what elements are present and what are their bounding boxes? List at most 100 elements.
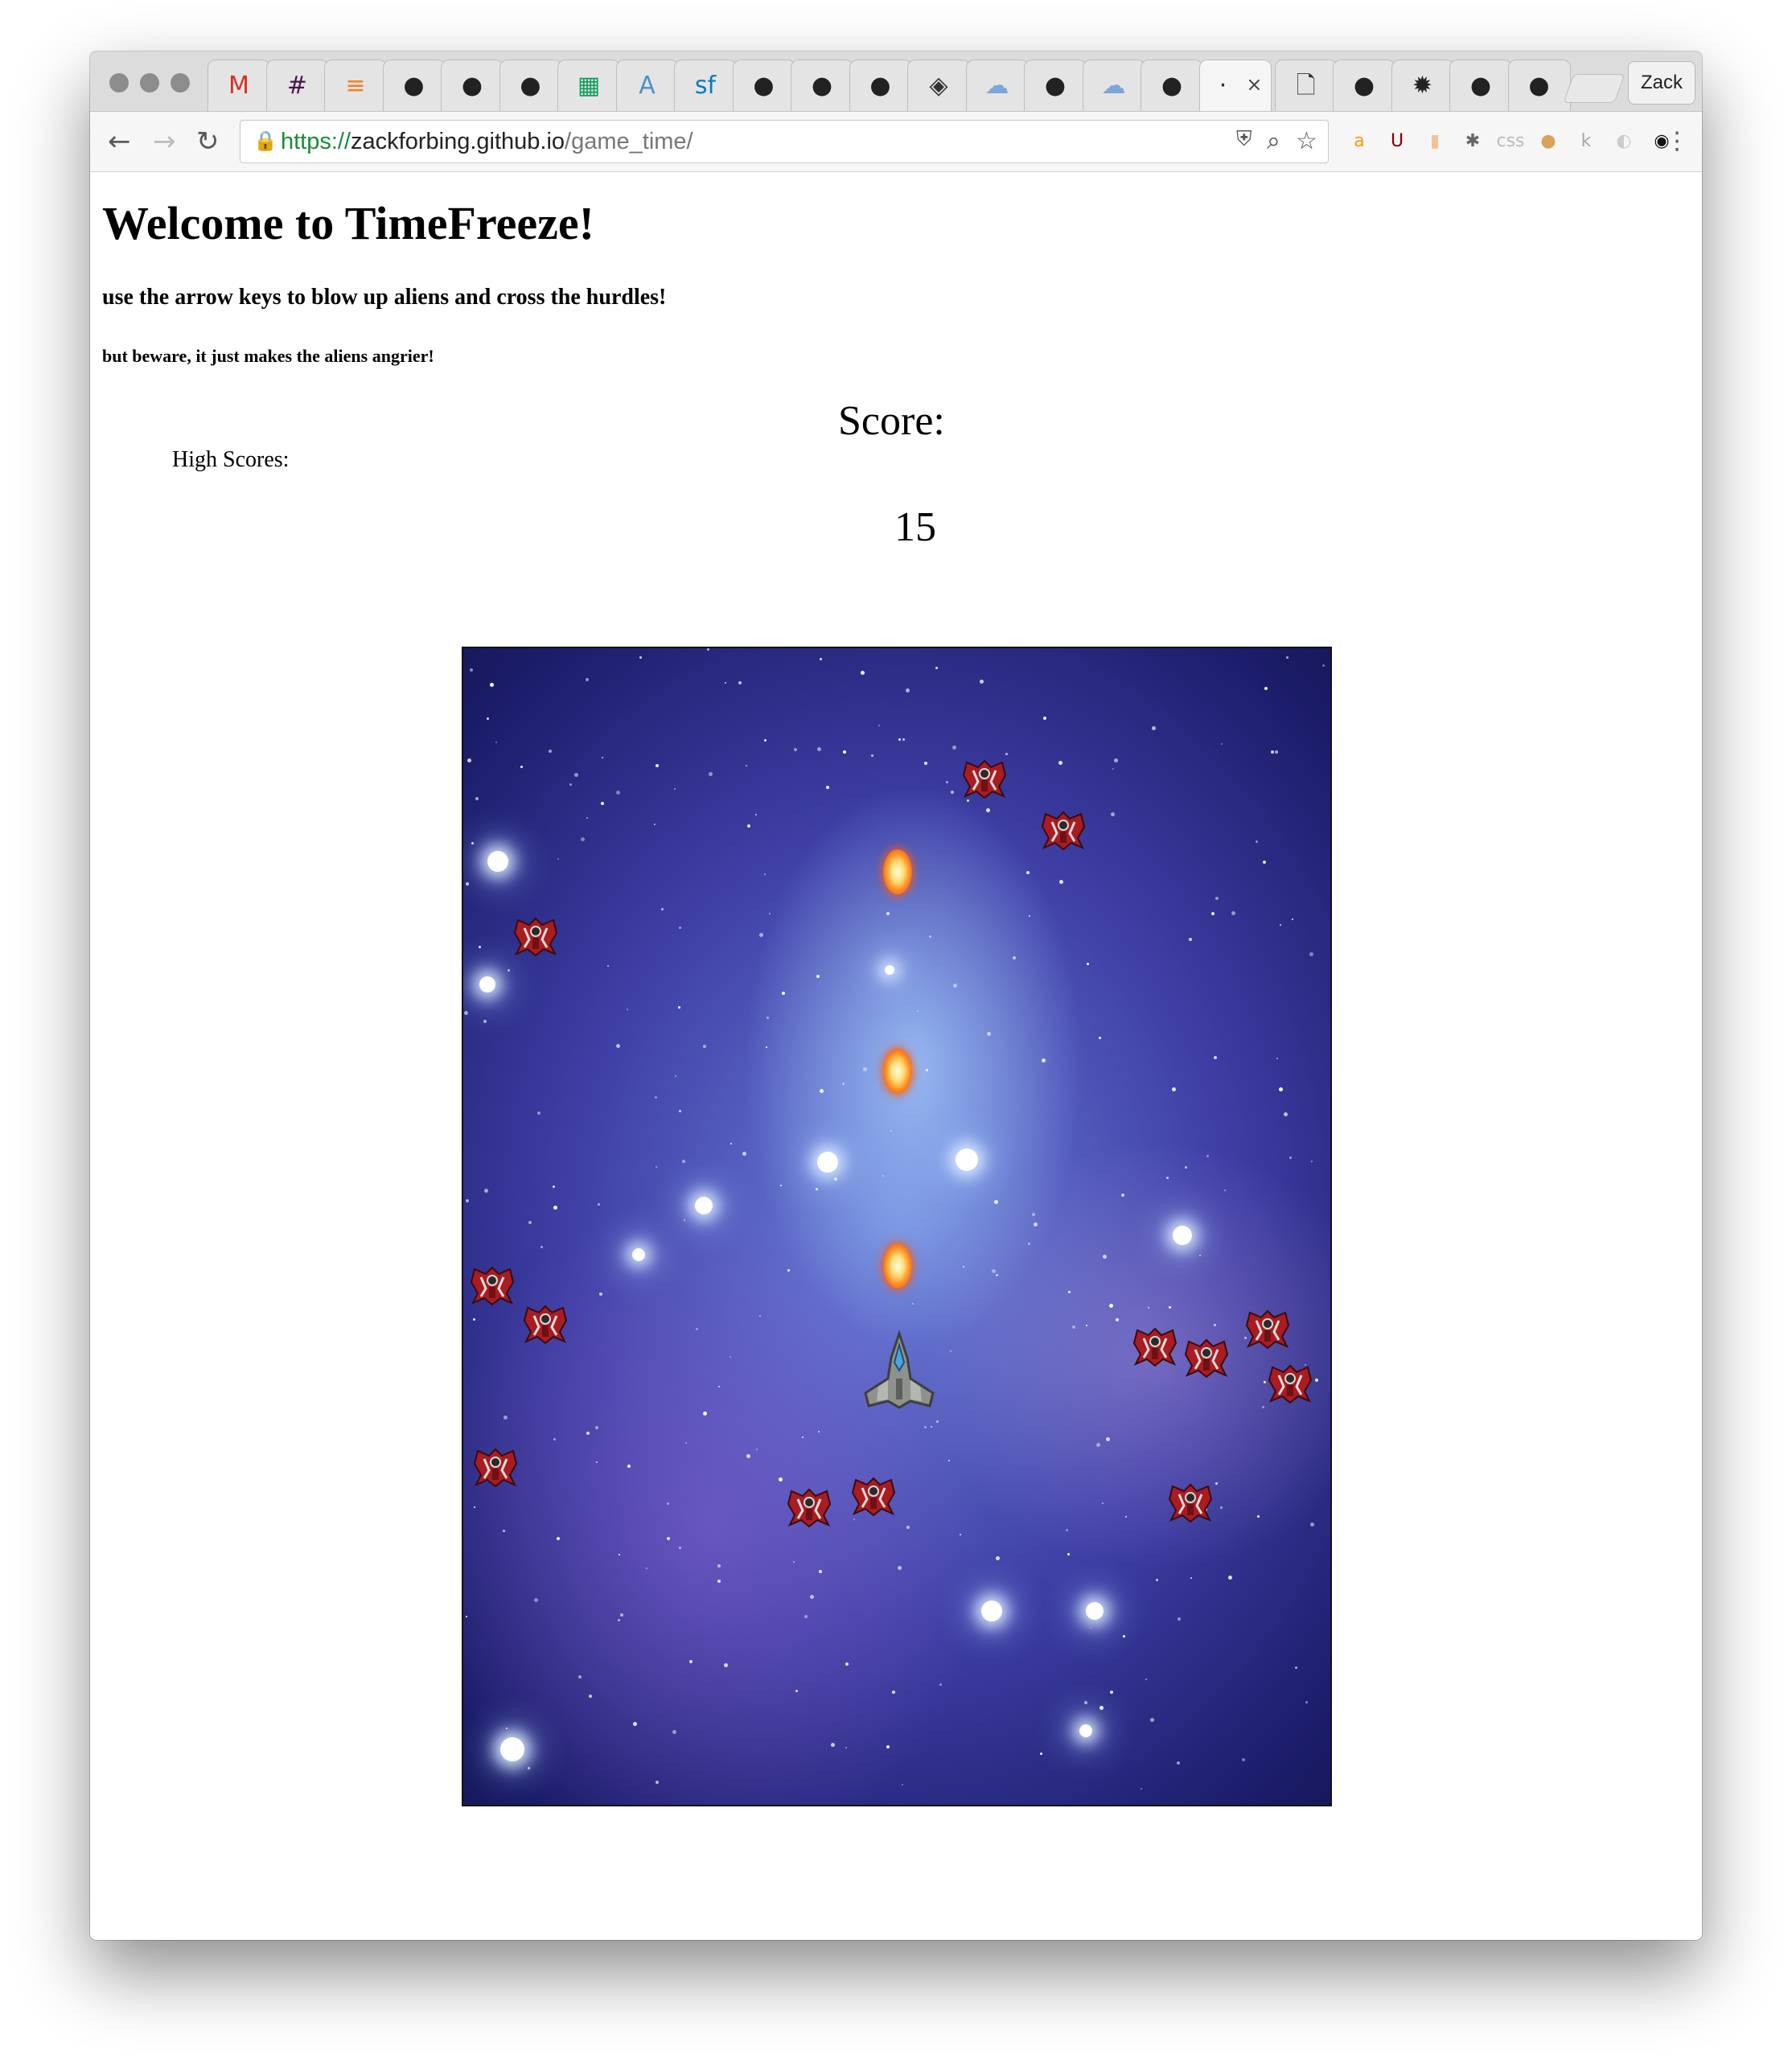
background-star — [863, 1067, 867, 1071]
browser-tab[interactable]: # — [265, 60, 329, 111]
ublock-icon[interactable]: U — [1384, 128, 1410, 154]
gear-icon: ✹ — [1412, 71, 1433, 100]
browser-tab[interactable]: ◈ — [907, 60, 970, 111]
url-host: zackforbing.github.io — [351, 129, 565, 154]
background-star — [1284, 1112, 1288, 1116]
background-star — [474, 1506, 475, 1508]
background-star — [685, 1442, 687, 1444]
cookie-icon[interactable]: ● — [1535, 128, 1561, 154]
browser-tab[interactable]: ✹ — [1391, 60, 1454, 111]
zoom-icon[interactable]: ⌕ — [1267, 127, 1280, 155]
browser-tab[interactable]: ▦ — [557, 60, 620, 111]
tab-close-icon[interactable]: × — [1246, 73, 1262, 96]
background-star — [1109, 1304, 1113, 1308]
background-star — [607, 965, 609, 967]
github-icon: ● — [461, 71, 483, 100]
page-title: Welcome to TimeFreeze! — [102, 197, 594, 249]
alien-enemy — [962, 756, 1007, 799]
game-canvas[interactable] — [462, 647, 1332, 1806]
bookmark-star-icon[interactable]: ☆ — [1296, 127, 1317, 155]
background-star — [912, 1303, 914, 1305]
github-icon: ● — [1528, 71, 1550, 100]
minimize-window-button[interactable] — [140, 73, 159, 92]
background-star — [724, 1663, 728, 1667]
browser-tab[interactable]: ● — [849, 60, 912, 111]
browser-tab[interactable]: ● — [1449, 60, 1512, 111]
background-star — [1116, 1318, 1119, 1321]
browser-tab[interactable]: ● — [791, 60, 853, 111]
github-icon: ● — [811, 71, 833, 100]
forward-arrow-icon[interactable]: → — [153, 126, 176, 157]
background-star — [906, 1526, 910, 1529]
background-star — [746, 765, 747, 766]
browser-tab[interactable]: sf — [674, 60, 737, 111]
background-star — [1121, 1194, 1124, 1197]
background-star — [780, 1185, 782, 1186]
alien-enemy — [851, 1473, 896, 1517]
background-star — [1315, 1379, 1318, 1382]
background-star — [1112, 768, 1114, 770]
background-star — [602, 757, 603, 758]
slack-icon: # — [286, 71, 308, 100]
browser-tab[interactable]: ☁ — [965, 60, 1029, 111]
background-star — [820, 658, 822, 660]
background-star — [1114, 758, 1118, 762]
honey-icon[interactable]: ▮ — [1422, 128, 1448, 154]
browser-tab[interactable]: ● — [1333, 60, 1395, 111]
browser-tab[interactable]: · × — [1198, 60, 1272, 111]
background-star — [1256, 840, 1258, 843]
background-star — [503, 1530, 505, 1532]
stackoverflow-icon: ≡ — [345, 71, 366, 100]
zoom-window-button[interactable] — [171, 73, 190, 92]
bright-star — [1086, 1602, 1104, 1620]
background-star — [1099, 1037, 1101, 1039]
k-icon[interactable]: k — [1573, 128, 1599, 154]
shield-blocked-icon[interactable]: ⛨ — [1236, 127, 1252, 152]
profile-button[interactable]: Zack — [1628, 61, 1695, 105]
background-star — [656, 764, 659, 767]
browser-tab[interactable]: ● — [382, 60, 446, 111]
background-star — [1224, 1190, 1226, 1191]
browser-tab[interactable]: ≡ — [324, 60, 387, 111]
alien-enemy — [523, 1301, 568, 1345]
background-star — [1102, 1502, 1104, 1504]
background-star — [1125, 1516, 1127, 1518]
browser-tab[interactable]: ● — [1507, 60, 1571, 111]
browser-tab[interactable]: M — [208, 60, 270, 111]
browser-tab[interactable]: ● — [441, 60, 503, 111]
css-icon[interactable]: css — [1496, 128, 1524, 154]
browser-tab[interactable]: ☁ — [1082, 60, 1145, 111]
browser-tab[interactable]: 🗋 — [1274, 60, 1338, 111]
browser-tab[interactable]: ● — [1024, 60, 1087, 111]
font-a-icon: A — [639, 71, 656, 100]
browser-tab[interactable]: ● — [1141, 60, 1203, 111]
url-text[interactable]: https://zackforbing.github.io/game_time/ — [281, 129, 693, 155]
address-bar[interactable]: 🔒 https://zackforbing.github.io/game_tim… — [240, 120, 1329, 163]
menu-kebab-icon[interactable]: ⋮ — [1665, 126, 1689, 157]
github-icon: ● — [869, 71, 891, 100]
reload-icon[interactable]: ↻ — [196, 126, 220, 157]
background-star — [506, 1728, 508, 1729]
back-arrow-icon[interactable]: ← — [108, 126, 131, 157]
background-star — [682, 1160, 685, 1163]
background-star — [764, 873, 766, 875]
background-star — [1156, 1579, 1158, 1581]
background-star — [950, 1350, 951, 1352]
browser-tab[interactable]: ● — [732, 60, 795, 111]
background-star — [980, 680, 984, 684]
browser-tab[interactable]: A — [615, 60, 679, 111]
moon-icon[interactable]: ◐ — [1611, 128, 1637, 154]
url-scheme: https:// — [281, 129, 351, 154]
new-tab-button[interactable] — [1563, 74, 1626, 103]
background-star — [569, 783, 572, 786]
github-icon: ● — [403, 71, 425, 100]
amazon-icon[interactable]: a — [1346, 128, 1372, 154]
background-star — [553, 1438, 556, 1440]
close-window-button[interactable] — [109, 73, 129, 92]
background-star — [1059, 880, 1063, 884]
background-star — [1066, 1529, 1068, 1531]
browser-tab[interactable]: ● — [499, 60, 562, 111]
background-star — [1305, 1701, 1308, 1703]
bug-icon[interactable]: ✱ — [1460, 128, 1486, 154]
background-star — [718, 1386, 720, 1387]
